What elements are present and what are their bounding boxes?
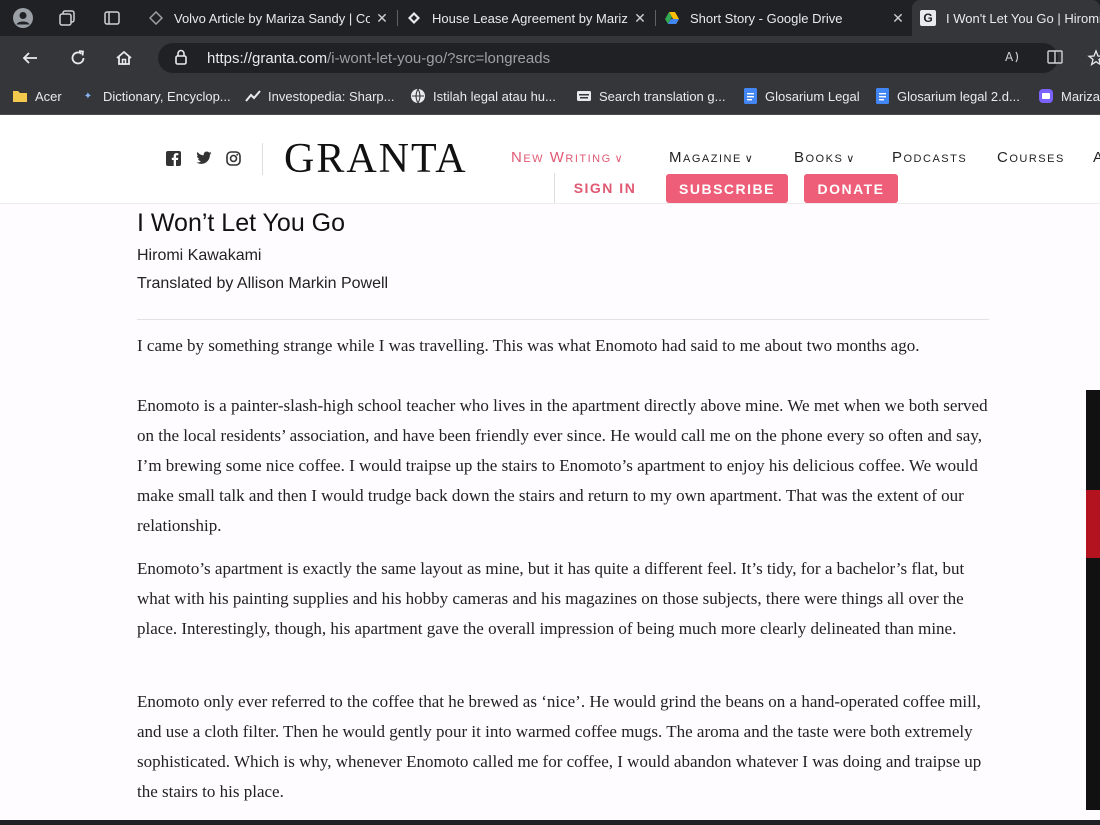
profile-icon[interactable] [11,6,35,30]
sign-in-link[interactable]: SIGN IN [554,173,655,203]
nav-new-writing[interactable]: New Writing ∨ [511,149,624,166]
tab-house-lease[interactable]: House Lease Agreement by Mariz ✕ [398,0,654,36]
folder-icon [12,88,28,104]
investopedia-icon [245,88,261,104]
bookmark-istilah-legal[interactable]: Istilah legal atau hu... [410,88,556,104]
reader-mode-icon[interactable] [1046,48,1064,69]
bookmark-glosarium-legal-2[interactable]: Glosarium legal 2.d... [874,88,1020,104]
web-page: GRANTA New Writing ∨ Magazine ∨ Books ∨ Pod… [0,115,1100,825]
home-icon[interactable] [112,46,136,70]
close-icon[interactable]: ✕ [374,10,390,27]
tab-title: I Won't Let You Go | Hiromi [946,10,1100,26]
keyboard-icon [576,88,592,104]
granta-logo[interactable]: GRANTA [284,135,468,183]
dictionary-icon: ✦ [83,90,93,102]
nav-podcasts[interactable]: Podcasts [892,149,967,166]
donate-button[interactable]: DONATE [804,174,898,203]
reload-icon[interactable] [66,46,90,70]
tab-favicon-icon [406,10,422,26]
article-paragraph: Enomoto is a painter-slash-high school t… [137,396,988,535]
google-docs-icon [742,88,758,104]
favorite-icon[interactable] [1084,46,1100,70]
tab-volvo-article[interactable]: Volvo Article by Mariza Sandy | Co ✕ [140,0,396,36]
workspaces-icon[interactable] [55,6,79,30]
app-icon [1038,88,1054,104]
close-icon[interactable]: ✕ [890,10,906,27]
article-paragraph: Enomoto only ever referred to the coffee… [137,692,982,801]
bookmark-glosarium-legal[interactable]: Glosarium Legal [742,88,860,104]
ad-banner [1086,490,1100,558]
tab-short-story[interactable]: Short Story - Google Drive ✕ [656,0,912,36]
chevron-down-icon: ∨ [744,153,755,165]
bookmark-dictionary[interactable]: ✦ Dictionary, Encyclop... [80,88,231,104]
site-header: GRANTA New Writing ∨ Magazine ∨ Books ∨ Pod… [0,115,1100,204]
nav-magazine[interactable]: Magazine ∨ [669,149,754,166]
tab-title: Volvo Article by Mariza Sandy | Co [174,10,370,26]
nav-books[interactable]: Books ∨ [794,149,856,166]
article-author[interactable]: Hiromi Kawakami [137,247,261,265]
url-text[interactable]: https://granta.com/i-wont-let-you-go/?sr… [207,50,550,67]
chevron-down-icon: ∨ [614,153,625,165]
bookmark-acer[interactable]: Acer [12,88,62,104]
window-bottom-edge [0,820,1100,825]
nav-overflow-item[interactable]: A [1093,149,1100,166]
svg-text:A: A [1005,50,1014,64]
divider [137,319,989,320]
tab-strip: Volvo Article by Mariza Sandy | Co ✕ Hou… [0,0,1100,36]
nav-courses[interactable]: Courses [997,149,1065,166]
bookmark-investopedia[interactable]: Investopedia: Sharp... [245,88,394,104]
article-translator: Translated by Allison Markin Powell [137,275,389,292]
google-drive-icon [664,10,680,26]
close-icon[interactable]: ✕ [632,10,648,27]
side-advertisement[interactable] [1086,390,1100,810]
article-title: I Won’t Let You Go [137,209,346,237]
granta-favicon-icon: G [920,10,936,26]
article-paragraph: Enomoto’s apartment is exactly the same … [137,559,965,638]
globe-icon [410,88,426,104]
url-bar[interactable]: https://granta.com/i-wont-let-you-go/?sr… [158,43,1063,73]
read-aloud-icon[interactable]: A [1004,48,1022,69]
instagram-icon[interactable] [226,151,241,169]
tab-i-wont-let-you-go[interactable]: G I Won't Let You Go | Hiromi [912,0,1100,36]
google-docs-icon [874,88,890,104]
bookmarks-bar: Acer ✦ Dictionary, Encyclop... Investope… [0,80,1100,115]
address-bar-row: https://granta.com/i-wont-let-you-go/?sr… [0,36,1100,80]
facebook-icon[interactable] [166,151,181,169]
back-icon[interactable] [18,46,42,70]
twitter-icon[interactable] [196,151,212,168]
lock-icon[interactable] [174,49,188,68]
bookmark-mariza[interactable]: Mariza [1038,88,1100,104]
chevron-down-icon: ∨ [846,153,856,165]
article-paragraph: I came by something strange while I was … [137,336,920,355]
tab-title: House Lease Agreement by Mariz [432,10,628,26]
tab-title: Short Story - Google Drive [690,10,843,26]
bookmark-search-translation[interactable]: Search translation g... [576,88,725,104]
tab-actions-icon[interactable] [100,6,124,30]
subscribe-button[interactable]: SUBSCRIBE [666,174,788,203]
header-divider [262,143,263,175]
tab-favicon-icon [148,10,164,26]
